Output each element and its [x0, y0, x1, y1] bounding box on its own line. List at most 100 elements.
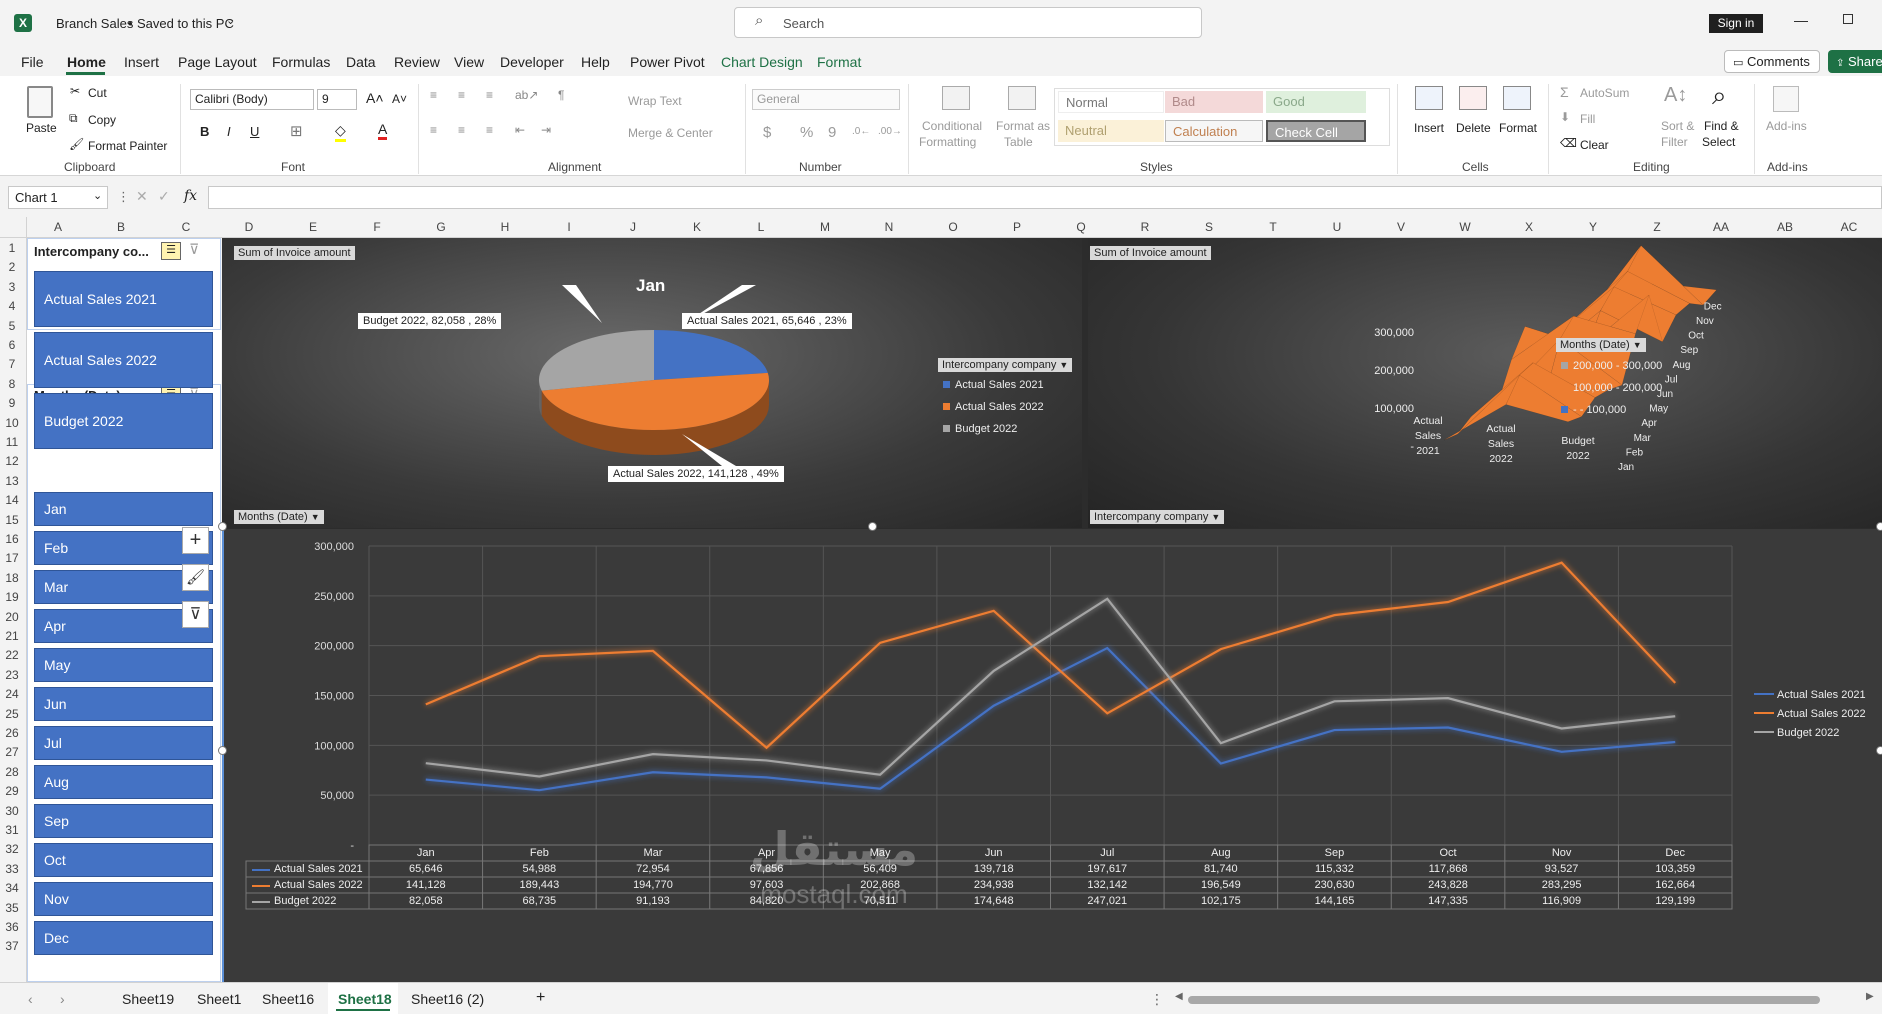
- paragraph-icon[interactable]: ¶: [558, 88, 564, 102]
- column-header-k[interactable]: K: [682, 220, 712, 234]
- column-header-w[interactable]: W: [1450, 220, 1480, 234]
- select-all-corner[interactable]: [0, 217, 27, 237]
- tab-insert[interactable]: Insert: [124, 54, 159, 70]
- formula-input[interactable]: [208, 186, 1882, 209]
- style-good[interactable]: Good: [1266, 91, 1366, 113]
- scroll-right-icon[interactable]: ›: [60, 991, 65, 1007]
- autosum-button[interactable]: AutoSum: [1580, 86, 1629, 100]
- addins-button[interactable]: Add-ins: [1766, 119, 1807, 133]
- sort-filter-label-2[interactable]: Filter: [1661, 135, 1688, 149]
- sheet-tab-sheet19[interactable]: Sheet19: [122, 991, 174, 1007]
- font-name-select[interactable]: Calibri (Body): [190, 89, 314, 110]
- pie-slice-actual-sales-2021[interactable]: [654, 330, 768, 380]
- slicer-item-month-jan[interactable]: Jan: [34, 492, 213, 526]
- delete-cells-icon[interactable]: [1459, 86, 1487, 110]
- resize-handle[interactable]: [1876, 522, 1882, 531]
- pie-slice-budget-2022[interactable]: [539, 330, 654, 391]
- column-header-f[interactable]: F: [362, 220, 392, 234]
- conditional-formatting-label-2[interactable]: Formatting: [919, 135, 976, 149]
- slicer-item-month-sep[interactable]: Sep: [34, 804, 213, 838]
- tab-view[interactable]: View: [454, 54, 484, 70]
- slicer-item-month-aug[interactable]: Aug: [34, 765, 213, 799]
- cancel-icon[interactable]: ✕: [136, 188, 148, 205]
- row-header-23[interactable]: 23: [0, 668, 24, 682]
- slicer-item-month-jun[interactable]: Jun: [34, 687, 213, 721]
- slicer-item-company-1[interactable]: Actual Sales 2022: [34, 332, 213, 388]
- share-button[interactable]: ⇪ Share: [1828, 50, 1882, 73]
- row-header-15[interactable]: 15: [0, 513, 24, 527]
- style-neutral[interactable]: Neutral: [1058, 120, 1164, 142]
- line-chart-panel[interactable]: - 50,000 100,000 150,000 200,000 250,000 300,0…: [222, 529, 1882, 982]
- sigma-icon[interactable]: Σ: [1560, 84, 1569, 100]
- row-header-24[interactable]: 24: [0, 687, 24, 701]
- row-header-29[interactable]: 29: [0, 784, 24, 798]
- scroll-right-icon[interactable]: ▶: [1866, 991, 1874, 1002]
- row-header-21[interactable]: 21: [0, 629, 24, 643]
- column-header-g[interactable]: G: [426, 220, 456, 234]
- tab-formulas[interactable]: Formulas: [272, 54, 330, 70]
- slicer-item-month-dec[interactable]: Dec: [34, 921, 213, 955]
- add-sheet-button[interactable]: +: [536, 989, 545, 1007]
- row-header-20[interactable]: 20: [0, 610, 24, 624]
- column-header-q[interactable]: Q: [1066, 220, 1096, 234]
- conditional-formatting-label[interactable]: Conditional: [922, 119, 982, 133]
- fill-icon[interactable]: ⬇: [1560, 110, 1570, 124]
- axis-field-tag[interactable]: Intercompany company ▼: [1090, 510, 1225, 524]
- column-header-s[interactable]: S: [1194, 220, 1224, 234]
- tab-home[interactable]: Home: [67, 54, 106, 70]
- tab-power-pivot[interactable]: Power Pivot: [630, 54, 705, 70]
- align-center-icon[interactable]: ≡: [458, 123, 465, 137]
- paste-button[interactable]: Paste: [26, 121, 57, 135]
- cut-icon[interactable]: ✂: [70, 84, 80, 98]
- column-header-c[interactable]: C: [171, 220, 201, 234]
- decimal-increase-icon[interactable]: .0←: [852, 126, 870, 137]
- shrink-font-icon[interactable]: A˅: [392, 92, 407, 106]
- row-header-25[interactable]: 25: [0, 707, 24, 721]
- axis-field-tag[interactable]: Months (Date) ▼: [234, 510, 324, 524]
- minimize-icon[interactable]: —: [1794, 12, 1808, 28]
- grow-font-icon[interactable]: A˄: [366, 90, 384, 106]
- clear-filter-icon[interactable]: ⊽: [189, 241, 199, 258]
- sort-filter-label[interactable]: Sort &: [1661, 119, 1694, 133]
- merge-center-button[interactable]: Merge & Center: [628, 126, 713, 140]
- row-header-3[interactable]: 3: [0, 280, 24, 294]
- row-header-18[interactable]: 18: [0, 571, 24, 585]
- chart-styles-button[interactable]: 🖌: [182, 564, 209, 591]
- align-bottom-icon[interactable]: ≡: [486, 88, 493, 102]
- font-color-icon[interactable]: A: [378, 121, 388, 140]
- clear-button[interactable]: Clear: [1580, 138, 1609, 152]
- format-as-table-label-2[interactable]: Table: [1004, 135, 1033, 149]
- chart-elements-button[interactable]: +: [182, 527, 209, 554]
- resize-handle[interactable]: [218, 522, 227, 531]
- search-box[interactable]: ⌕ Search: [734, 7, 1202, 38]
- find-select-label[interactable]: Find &: [1704, 119, 1739, 133]
- insert-cells-button[interactable]: Insert: [1414, 121, 1444, 135]
- outdent-icon[interactable]: ⇥: [541, 123, 551, 137]
- column-header-j[interactable]: J: [618, 220, 648, 234]
- row-header-11[interactable]: 11: [0, 435, 24, 449]
- row-header-1[interactable]: 1: [0, 241, 24, 255]
- sheet-tab-sheet1[interactable]: Sheet1: [197, 991, 241, 1007]
- tab-page-layout[interactable]: Page Layout: [178, 54, 257, 70]
- copy-icon[interactable]: ⧉: [69, 111, 78, 126]
- column-header-e[interactable]: E: [298, 220, 328, 234]
- addins-icon[interactable]: [1773, 86, 1799, 112]
- row-header-7[interactable]: 7: [0, 357, 24, 371]
- column-header-n[interactable]: N: [874, 220, 904, 234]
- row-header-16[interactable]: 16: [0, 532, 24, 546]
- row-header-5[interactable]: 5: [0, 319, 24, 333]
- row-header-4[interactable]: 4: [0, 299, 24, 313]
- brush-icon[interactable]: 🖌: [69, 137, 84, 151]
- slicer-item-company-2[interactable]: Budget 2022: [34, 393, 213, 449]
- row-header-36[interactable]: 36: [0, 920, 24, 934]
- sort-filter-icon[interactable]: A↕: [1664, 84, 1687, 107]
- sheet-tab-sheet16-2[interactable]: Sheet16 (2): [411, 991, 484, 1007]
- column-header-r[interactable]: R: [1130, 220, 1160, 234]
- column-header-x[interactable]: X: [1514, 220, 1544, 234]
- slicer-item-month-jul[interactable]: Jul: [34, 726, 213, 760]
- paste-icon[interactable]: [27, 86, 53, 118]
- save-status[interactable]: Saved to this PC: [137, 16, 234, 31]
- wrap-text-button[interactable]: Wrap Text: [628, 94, 682, 108]
- column-header-ac[interactable]: AC: [1834, 220, 1864, 234]
- enter-icon[interactable]: ✓: [158, 188, 170, 205]
